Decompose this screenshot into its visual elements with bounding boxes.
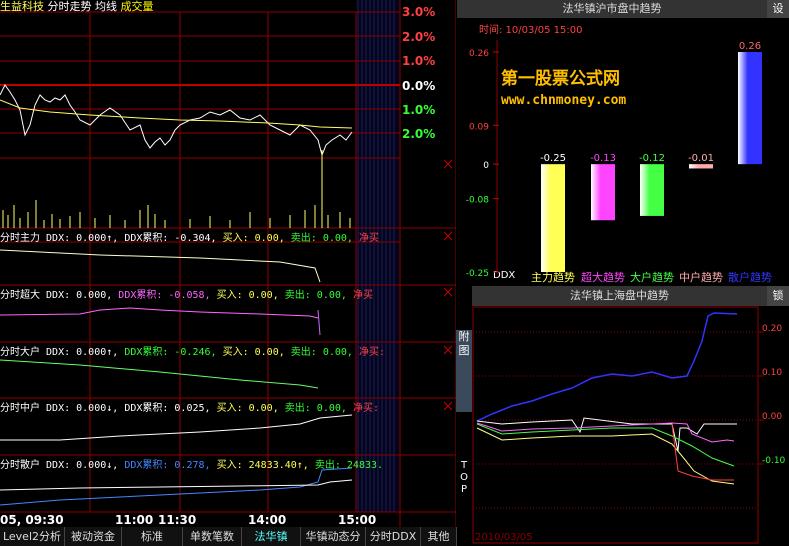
- panel-header-super: 分时超大 DDX: 0.000, DDX累积: -0.058, 买入: 0.00…: [0, 290, 373, 301]
- panel-header-mid: 分时中户 DDX: 0.000↓, DDX累积: 0.025, 买入: 0.00…: [0, 403, 379, 414]
- bar-value-label: -0.12: [639, 153, 665, 164]
- panel-header-large: 分时大户 DDX: 0.000↑, DDX累积: -0.246, 买入: 0.0…: [0, 347, 385, 358]
- tab-dynamic[interactable]: 华镇动态分: [301, 527, 366, 546]
- ytick-000: 0.00: [762, 412, 783, 422]
- time-1400: 14:00: [248, 513, 287, 527]
- shanghai-trend-line-chart[interactable]: [472, 306, 789, 546]
- bar-category-label: 主力趋势: [531, 271, 575, 284]
- ytick-label: -0.08: [466, 196, 490, 206]
- panel-header-main: 分时主力 DDX: 0.000↑, DDX累积: -0.304, 买入: 0.0…: [0, 233, 379, 244]
- lock-button[interactable]: 锁: [767, 286, 789, 306]
- bar-category-label: 大户趋势: [630, 270, 674, 284]
- time-1500: 15:00: [338, 513, 377, 527]
- shanghai-trend-panel: 法华镇上海盘中趋势 锁 0.20 0.10 0.00 -0.10 2010/03…: [472, 286, 789, 546]
- tab-fahuazhen[interactable]: 法华镇: [242, 527, 301, 546]
- time-1130: 11:30: [158, 513, 197, 527]
- tab-ddx[interactable]: 分时DDX: [366, 527, 421, 546]
- side-tab-top[interactable]: T O P: [456, 460, 472, 500]
- tab-count[interactable]: 单数笔数: [183, 527, 242, 546]
- sh-trend-bar-chart: 0.26 0.09 0 -0.08 -0.25 -0.25 主力趋势 -0.13 超大趋势 -0.…: [466, 40, 772, 284]
- bar-category-label: 中户趋势: [679, 270, 723, 284]
- tab-standard[interactable]: 标准: [122, 527, 183, 546]
- ytick-020: 0.20: [762, 324, 783, 334]
- bar-0: [541, 164, 565, 272]
- tab-other[interactable]: 其他: [421, 527, 457, 546]
- shanghai-trend-title: 法华镇上海盘中趋势: [472, 286, 767, 306]
- bar-category-label: 散户趋势: [728, 270, 772, 284]
- ytick-neg010: -0.10: [762, 456, 786, 466]
- tab-level2[interactable]: Level2分析: [0, 527, 65, 546]
- bar-1: [591, 164, 615, 221]
- ytick-label: 0.09: [469, 122, 489, 132]
- ytick-010: 0.10: [762, 368, 783, 378]
- ytick-label: 0: [483, 161, 489, 171]
- time-start: 05, 09:30: [0, 513, 64, 527]
- bar-2: [640, 164, 664, 216]
- ytick-label: -0.25: [466, 269, 489, 279]
- bar-3: [689, 164, 713, 169]
- bar-4: [738, 52, 762, 165]
- intraday-chart[interactable]: [0, 0, 456, 527]
- tab-passive-funds[interactable]: 被动资金: [65, 527, 122, 546]
- date-label: 2010/03/05: [475, 532, 533, 543]
- side-tab-chart[interactable]: 附 图: [456, 330, 472, 412]
- time-1100: 11:00: [115, 513, 154, 527]
- bar-value-label: -0.13: [590, 153, 616, 164]
- bar-value-label: 0.26: [739, 41, 761, 52]
- ytick-label: 0.26: [469, 49, 489, 59]
- bar-category-label: 超大趋势: [581, 270, 625, 284]
- sh-trend-panel: 法华镇沪市盘中趋势 设 时间: 10/03/05 15:00 第一股票公式网 w…: [457, 0, 789, 285]
- panel-header-retail: 分时散户 DDX: 0.000↓, DDX累积: 0.278, 买入: 2483…: [0, 460, 384, 471]
- bar-value-label: -0.01: [688, 153, 714, 164]
- bar-value-label: -0.25: [540, 153, 566, 164]
